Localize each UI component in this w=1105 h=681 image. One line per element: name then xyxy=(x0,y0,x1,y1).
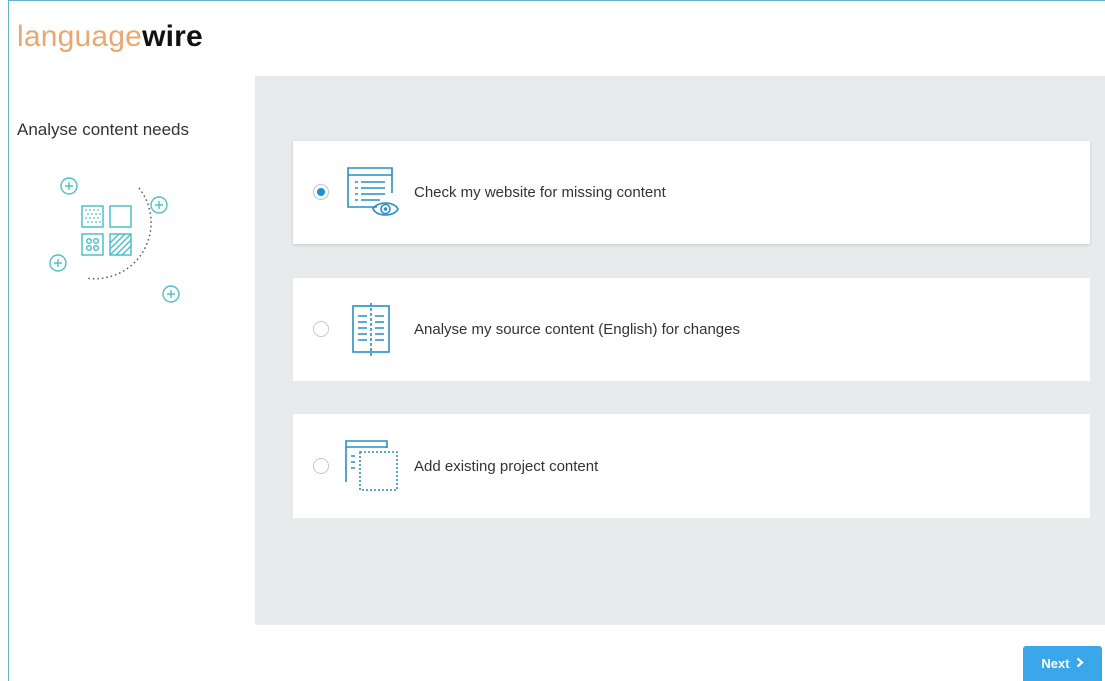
option-add-existing-radio[interactable] xyxy=(313,458,329,474)
option-analyse-source-radio[interactable] xyxy=(313,321,329,337)
sidebar-title: Analyse content needs xyxy=(17,120,190,139)
options-panel: Check my website for missing content Ana… xyxy=(255,76,1105,625)
chevron-right-icon xyxy=(1076,656,1084,671)
option-add-existing-label[interactable]: Add existing project content xyxy=(414,458,598,475)
option-analyse-source-label[interactable]: Analyse my source content (English) for … xyxy=(414,321,740,338)
next-button-label: Next xyxy=(1041,656,1070,671)
option-add-existing[interactable]: Add existing project content xyxy=(293,414,1090,518)
option-check-website-radio[interactable] xyxy=(313,184,329,200)
logo-text-bold: wire xyxy=(142,20,203,53)
website-eye-icon xyxy=(347,167,399,216)
logo-text-light: language xyxy=(17,20,143,53)
book-document-icon xyxy=(352,303,390,356)
languagewire-logo: languagewire xyxy=(17,19,203,55)
frame-border-left xyxy=(8,0,9,681)
option-analyse-source[interactable]: Analyse my source content (English) for … xyxy=(293,278,1090,381)
add-project-content-icon xyxy=(345,440,398,491)
next-button[interactable]: Next xyxy=(1023,646,1102,681)
option-check-website[interactable]: Check my website for missing content xyxy=(293,141,1090,244)
option-check-website-label[interactable]: Check my website for missing content xyxy=(414,184,666,201)
frame-border-top xyxy=(8,0,1105,1)
content-needs-illustration-icon xyxy=(49,177,180,303)
